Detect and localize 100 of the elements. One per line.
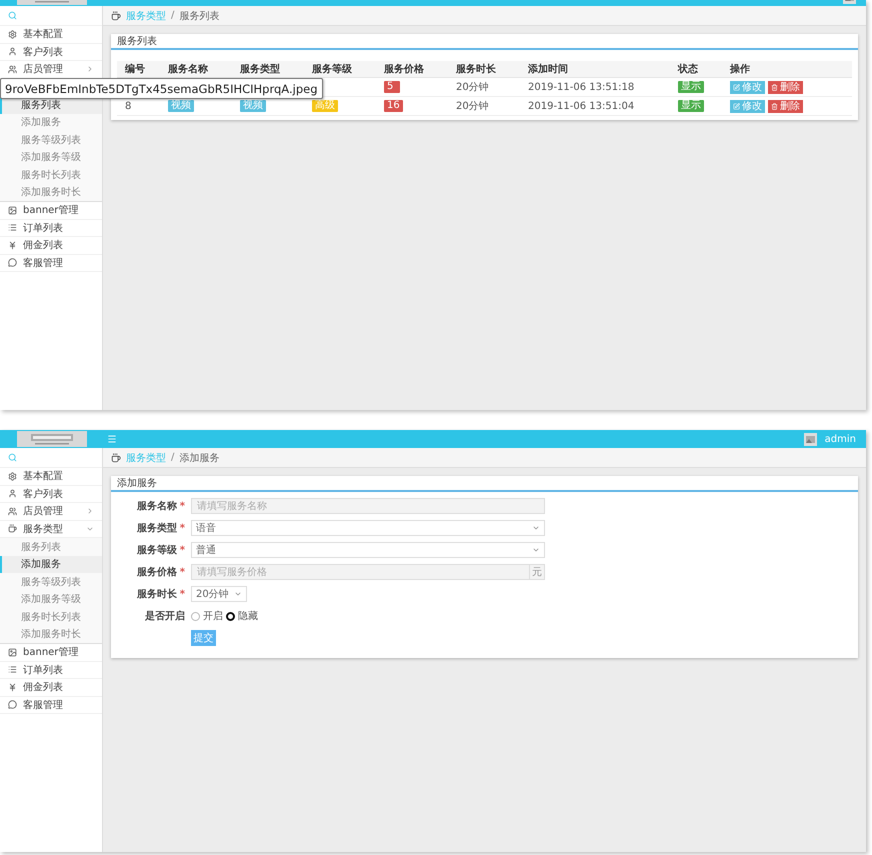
tag: 视频 bbox=[168, 100, 194, 112]
chat-bubble-icon bbox=[8, 258, 17, 268]
table-cell-text: 20分钟 bbox=[456, 100, 489, 113]
select-field[interactable]: 普通 bbox=[191, 542, 545, 558]
edit-icon bbox=[733, 84, 740, 90]
menu-item[interactable]: 订单列表 bbox=[23, 220, 63, 235]
radio-button[interactable] bbox=[226, 612, 235, 620]
table-cell: 2019-11-06 13:51:18 bbox=[528, 82, 634, 92]
cup-icon bbox=[111, 10, 121, 20]
menu-item[interactable]: 客服管理 bbox=[23, 256, 63, 270]
menu-item[interactable]: 佣金列表 bbox=[23, 238, 63, 252]
panel-title: 添加服务 bbox=[117, 476, 157, 490]
yen-icon bbox=[8, 240, 17, 250]
caret-icon bbox=[532, 546, 540, 554]
radio-label[interactable]: 开启 bbox=[203, 609, 223, 623]
column-header: 服务等级 bbox=[304, 61, 376, 78]
status-tag: 显示 bbox=[678, 100, 704, 112]
submenu-item[interactable]: 服务时长列表 bbox=[0, 608, 102, 626]
cup-icon bbox=[111, 452, 121, 462]
submenu-item[interactable]: 服务列表 bbox=[0, 538, 102, 556]
price-tag: 16 bbox=[384, 100, 403, 112]
chevron-right-icon[interactable] bbox=[86, 507, 94, 516]
list-icon bbox=[8, 223, 17, 232]
tag: 高级 bbox=[312, 100, 338, 112]
submenu-item[interactable]: 添加服务时长 bbox=[0, 184, 102, 201]
select-field[interactable]: 20分钟 bbox=[191, 586, 247, 602]
submenu-item[interactable]: 服务时长列表 bbox=[0, 166, 102, 184]
column-header: 编号 bbox=[117, 61, 160, 78]
edit-icon bbox=[733, 102, 740, 110]
user-icon bbox=[8, 47, 17, 56]
text-field[interactable]: 请填写服务名称 bbox=[191, 498, 545, 514]
menu-item[interactable]: 服务类型 bbox=[23, 522, 63, 536]
column-header: 操作 bbox=[722, 61, 852, 78]
field-label: 服务价格 * bbox=[136, 566, 185, 579]
tag: 视频 bbox=[240, 100, 266, 112]
users-icon bbox=[8, 64, 17, 74]
field-label: 服务时长 * bbox=[136, 588, 185, 601]
breadcrumb-current: 服务列表 bbox=[179, 10, 220, 22]
price-tag: 5 bbox=[384, 81, 400, 93]
column-header: 服务名称 bbox=[160, 61, 232, 78]
column-header: 添加时间 bbox=[520, 61, 670, 78]
table-cell-text: 20分钟 bbox=[456, 80, 489, 94]
gear-icon bbox=[8, 30, 17, 39]
radio-button[interactable] bbox=[191, 612, 200, 620]
list-icon bbox=[8, 665, 17, 674]
menu-item[interactable]: 基本配置 bbox=[23, 469, 63, 484]
table-cell: 2019-11-06 13:51:04 bbox=[528, 100, 634, 112]
menu-item[interactable]: 客服管理 bbox=[23, 698, 63, 712]
select-field[interactable]: 语音 bbox=[191, 520, 545, 536]
menu-item[interactable]: 客户列表 bbox=[23, 44, 63, 59]
submenu-item[interactable]: 添加服务 bbox=[0, 556, 102, 573]
panel-title: 服务列表 bbox=[117, 34, 157, 48]
chat-bubble-icon bbox=[8, 700, 17, 710]
cup-icon bbox=[8, 524, 17, 534]
column-header: 状态 bbox=[670, 61, 722, 78]
column-header: 服务类型 bbox=[232, 61, 304, 78]
unit-addon: 元 bbox=[529, 564, 545, 580]
submenu-item[interactable]: 服务等级列表 bbox=[0, 131, 102, 148]
status-tag: 显示 bbox=[678, 81, 704, 93]
submenu-item[interactable]: 添加服务时长 bbox=[0, 626, 102, 643]
column-header: 服务价格 bbox=[376, 61, 448, 78]
submenu-item[interactable]: 添加服务等级 bbox=[0, 590, 102, 608]
menu-icon[interactable] bbox=[107, 434, 117, 444]
avatar-icon[interactable] bbox=[804, 432, 817, 446]
trash-icon bbox=[771, 84, 778, 90]
user-icon bbox=[8, 489, 17, 498]
yen-icon bbox=[8, 682, 17, 692]
menu-item[interactable]: 订单列表 bbox=[23, 662, 63, 677]
menu-item[interactable]: banner管理 bbox=[23, 203, 78, 218]
tooltip: 9roVeBFbEmInbTe5DTgTx45semaGbR5IHCIHprqA.jpeg bbox=[0, 78, 322, 99]
caret-icon bbox=[532, 524, 540, 532]
menu-item[interactable]: 基本配置 bbox=[23, 27, 63, 42]
breadcrumb-current: 添加服务 bbox=[179, 452, 220, 464]
caret-icon bbox=[234, 590, 242, 598]
submenu-item[interactable]: 添加服务等级 bbox=[0, 148, 102, 166]
field-label: 服务名称 * bbox=[136, 500, 185, 513]
field-label: 是否开启 bbox=[144, 609, 185, 623]
submenu-item[interactable]: 添加服务 bbox=[0, 114, 102, 131]
chevron-right-icon[interactable] bbox=[86, 65, 94, 74]
menu-item[interactable]: 店员管理 bbox=[23, 504, 63, 518]
image-icon bbox=[8, 206, 17, 215]
delete-button[interactable]: 删除 bbox=[768, 100, 803, 112]
search-icon[interactable] bbox=[8, 453, 17, 462]
delete-button[interactable]: 删除 bbox=[768, 80, 803, 94]
column-header: 服务时长 bbox=[448, 61, 520, 78]
users-icon bbox=[8, 506, 17, 516]
menu-item[interactable]: 佣金列表 bbox=[23, 680, 63, 694]
submenu-item[interactable]: 服务等级列表 bbox=[0, 573, 102, 590]
search-icon[interactable] bbox=[8, 11, 17, 20]
field-label: 服务类型 * bbox=[136, 522, 185, 535]
menu-item[interactable]: 店员管理 bbox=[23, 62, 63, 76]
gear-icon bbox=[8, 472, 17, 481]
price-field[interactable]: 请填写服务价格 bbox=[191, 564, 529, 580]
radio-label[interactable]: 隐藏 bbox=[238, 609, 258, 623]
image-icon bbox=[8, 648, 17, 657]
breadcrumb-separator: / bbox=[171, 452, 174, 463]
menu-item[interactable]: 客户列表 bbox=[23, 486, 63, 501]
menu-item[interactable]: banner管理 bbox=[23, 645, 78, 660]
field-label: 服务等级 * bbox=[136, 544, 185, 557]
table-cell: 8 bbox=[125, 100, 132, 112]
